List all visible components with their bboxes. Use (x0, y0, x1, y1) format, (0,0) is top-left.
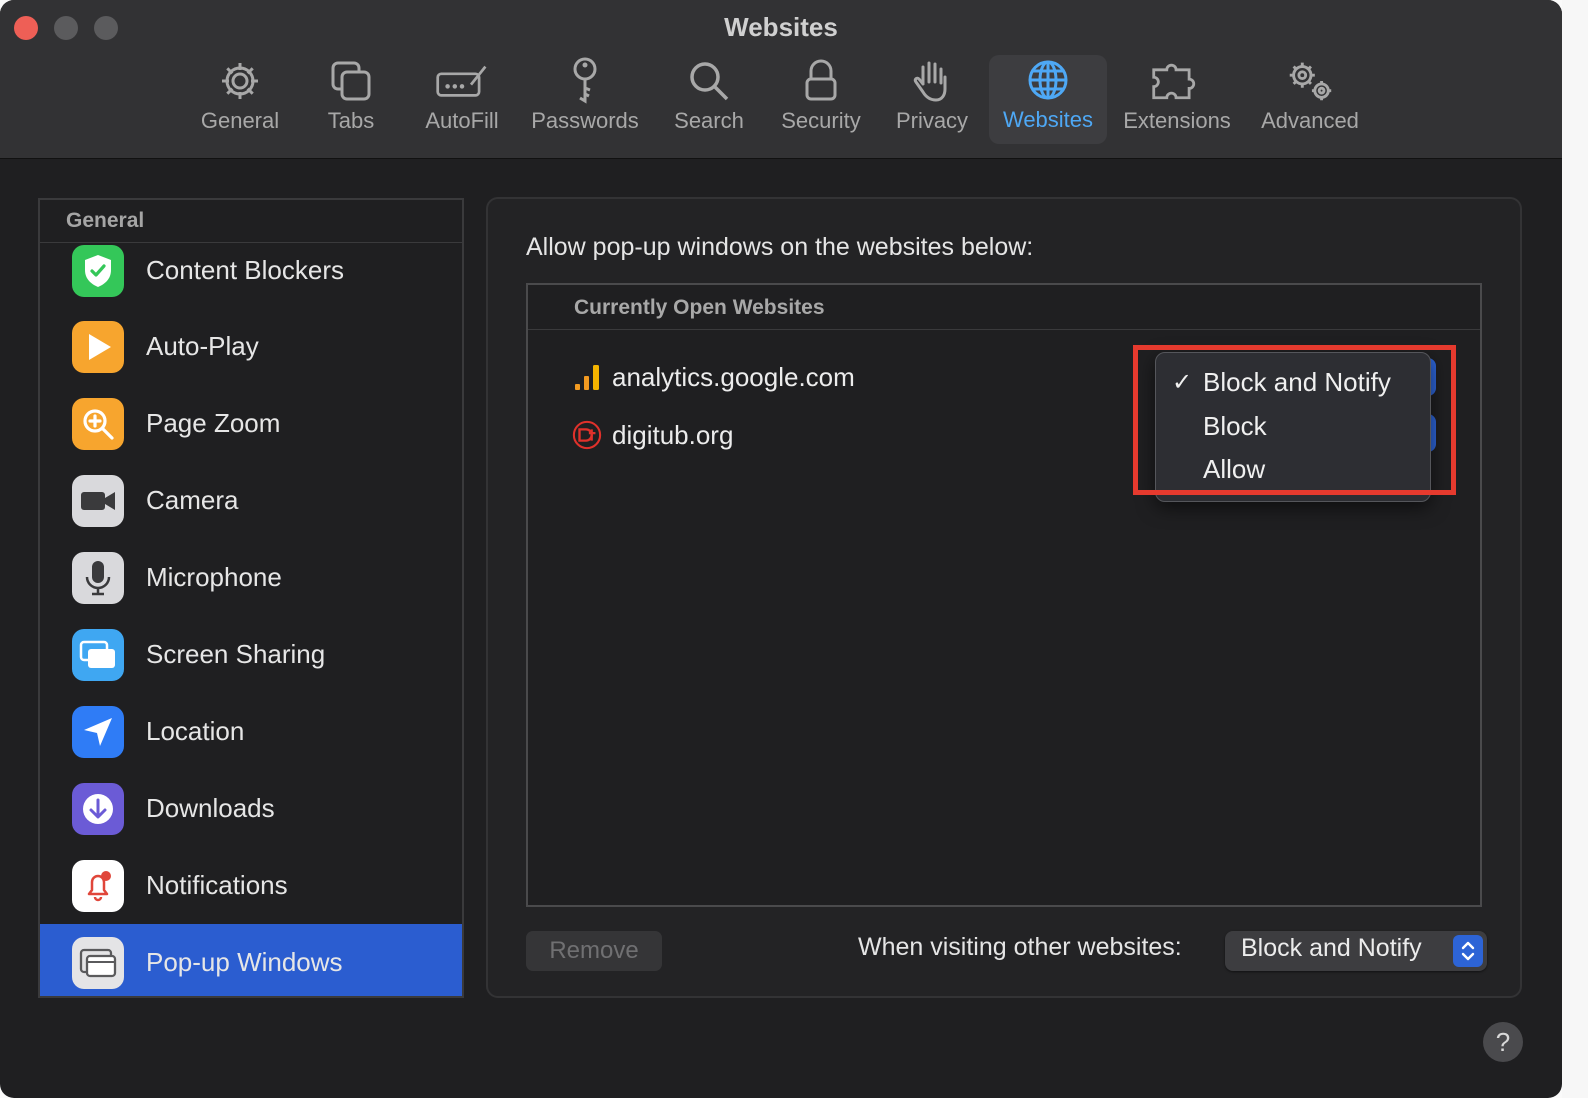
help-button[interactable]: ? (1483, 1022, 1523, 1062)
globe-icon (1021, 55, 1075, 105)
sidebar-item-microphone[interactable]: Microphone (40, 539, 462, 616)
camera-icon (72, 474, 124, 527)
sidebar-item-content-blockers[interactable]: Content Blockers (40, 232, 462, 309)
tab-privacy[interactable]: Privacy (892, 56, 972, 144)
sidebar-item-notifications[interactable]: Notifications (40, 847, 462, 924)
other-websites-select[interactable]: Block and Notify (1225, 931, 1487, 971)
tab-websites[interactable]: Websites (989, 55, 1107, 144)
digitub-logo-icon (572, 420, 602, 450)
analytics-bars-icon (572, 362, 602, 392)
shield-check-icon (72, 244, 124, 297)
tab-search[interactable]: Search (670, 56, 748, 144)
table-header: Currently Open Websites (528, 285, 1480, 330)
site-name: analytics.google.com (612, 361, 855, 392)
sidebar-item-camera[interactable]: Camera (40, 462, 462, 539)
tab-general[interactable]: General (196, 56, 284, 144)
gear-icon (213, 56, 267, 106)
tab-extensions[interactable]: Extensions (1120, 56, 1234, 144)
magnifier-icon (682, 56, 736, 106)
play-icon (72, 320, 124, 373)
puzzle-icon (1150, 56, 1204, 106)
tab-advanced[interactable]: Advanced (1258, 56, 1362, 144)
sidebar-item-auto-play[interactable]: Auto-Play (40, 308, 462, 385)
other-websites-label: When visiting other websites: (858, 933, 1182, 961)
annotation-highlight-box (1133, 345, 1456, 495)
sidebar-item-downloads[interactable]: Downloads (40, 770, 462, 847)
settings-prompt: Allow pop-up windows on the websites bel… (526, 233, 1034, 261)
lock-icon (794, 56, 848, 106)
microphone-icon (72, 551, 124, 604)
autofill-icon (435, 56, 489, 106)
content-panel: Allow pop-up windows on the websites bel… (486, 197, 1522, 998)
preferences-window: Websites General Tabs AutoFill Passwords (0, 0, 1562, 1098)
popup-window-icon (72, 936, 124, 989)
sidebar: General Content Blockers Auto-Play Page … (38, 198, 464, 998)
gears-icon (1283, 56, 1337, 106)
sidebar-item-page-zoom[interactable]: Page Zoom (40, 385, 462, 462)
hand-icon (905, 56, 959, 106)
tab-tabs[interactable]: Tabs (318, 56, 384, 144)
zoom-icon (72, 397, 124, 450)
location-arrow-icon (72, 705, 124, 758)
site-name: digitub.org (612, 419, 734, 450)
download-icon (72, 782, 124, 835)
sidebar-item-pop-up-windows[interactable]: Pop-up Windows (40, 924, 462, 996)
titlebar: Websites General Tabs AutoFill Passwords (0, 0, 1562, 159)
window-title: Websites (724, 12, 838, 42)
chevron-updown-icon (1453, 935, 1483, 967)
bell-icon (72, 859, 124, 912)
tab-autofill[interactable]: AutoFill (420, 56, 504, 144)
sidebar-item-location[interactable]: Location (40, 693, 462, 770)
tab-passwords[interactable]: Passwords (528, 56, 642, 144)
screens-icon (72, 628, 124, 681)
remove-button[interactable]: Remove (526, 931, 662, 971)
key-icon (558, 56, 612, 106)
sidebar-item-screen-sharing[interactable]: Screen Sharing (40, 616, 462, 693)
tab-security[interactable]: Security (776, 56, 866, 144)
selected-value: Block and Notify (1241, 934, 1422, 962)
tabs-icon (324, 56, 378, 106)
desktop-background-edge (1562, 0, 1588, 1098)
